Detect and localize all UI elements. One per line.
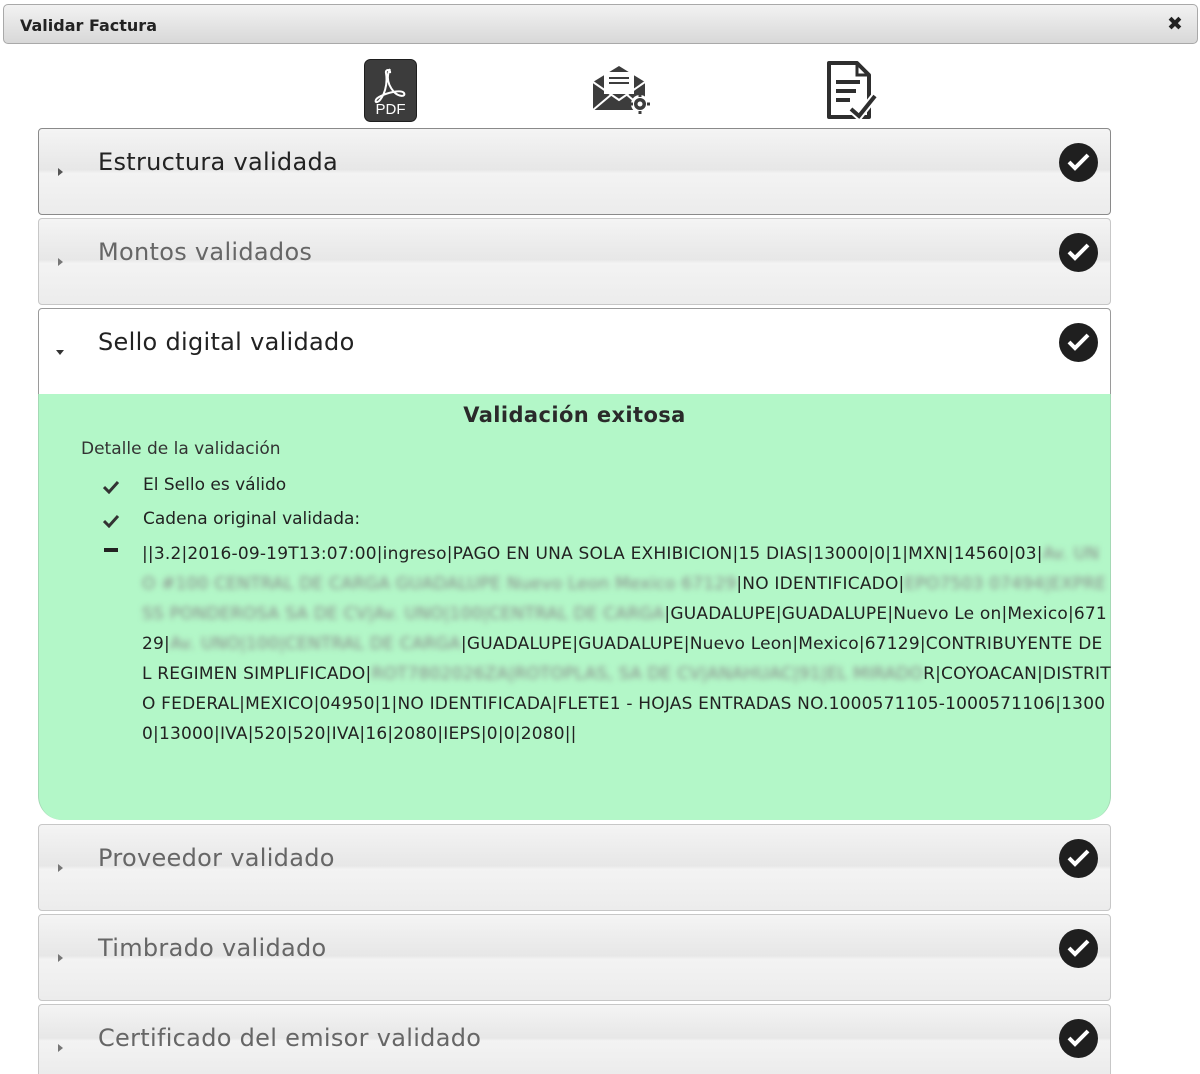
section-label: Proveedor validado [98,844,335,872]
pdf-icon-label: PDF [376,101,406,118]
cadena-original: ||3.2|2016-09-19T13:07:00|ingreso|PAGO E… [142,539,1112,749]
section-proveedor[interactable]: Proveedor validado [38,824,1111,911]
caret-right-icon [58,1044,63,1052]
minus-icon [104,548,118,552]
section-label: Timbrado validado [98,934,327,962]
section-timbrado[interactable]: Timbrado validado [38,914,1111,1001]
sello-validation-panel: Validación exitosa Detalle de la validac… [38,394,1111,820]
section-montos[interactable]: Montos validados [38,218,1111,305]
caret-right-icon [58,168,63,176]
check-icon [1059,839,1098,878]
dialog-titlebar: Validar Factura ✖ [3,4,1198,44]
cadena-redacted: ROT7802026ZA|ROTOPLAS, SA DE CV|ANAHUAC|… [371,664,924,684]
validation-item: Cadena original validada: [143,509,361,529]
check-icon [1059,1019,1098,1058]
validation-item: El Sello es válido [143,475,287,495]
mail-settings-icon[interactable] [590,62,652,116]
validation-detail-heading: Detalle de la validación [81,439,281,459]
caret-right-icon [58,258,63,266]
check-icon [103,480,119,494]
validation-result-title: Validación exitosa [463,403,686,427]
cadena-segment: |NO IDENTIFICADO| [736,574,905,594]
cadena-segment: ||3.2|2016-09-19T13:07:00|ingreso|PAGO E… [142,544,1043,564]
caret-right-icon [58,864,63,872]
section-label: Certificado del emisor validado [98,1024,482,1052]
caret-down-icon [56,350,64,355]
section-certificado-emisor[interactable]: Certificado del emisor validado [38,1004,1111,1074]
cadena-redacted: Av. UNO|100|CENTRAL DE CARGA [169,634,461,654]
check-icon [1059,143,1098,182]
pdf-icon[interactable]: PDF [364,59,417,122]
section-sello-digital[interactable]: Sello digital validado [38,308,1111,395]
caret-right-icon [58,954,63,962]
dialog-title: Validar Factura [20,16,157,35]
document-check-icon[interactable] [824,60,879,122]
close-icon[interactable]: ✖ [1165,13,1185,35]
section-label: Estructura validada [98,148,339,176]
section-estructura[interactable]: Estructura validada [38,128,1111,215]
check-icon [103,514,119,528]
section-label: Sello digital validado [98,328,355,356]
check-icon [1059,233,1098,272]
check-icon [1059,929,1098,968]
section-label: Montos validados [98,238,313,266]
check-icon [1059,323,1098,362]
